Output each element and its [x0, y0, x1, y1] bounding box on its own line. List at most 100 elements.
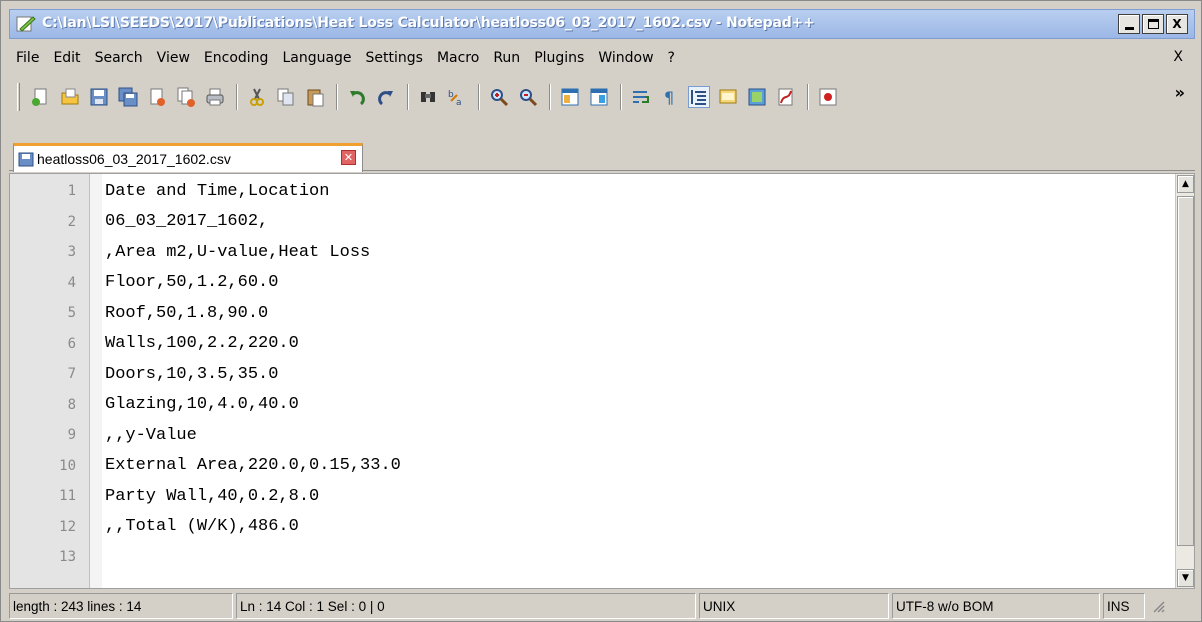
- copy-icon[interactable]: [275, 86, 297, 108]
- status-bar: length : 243 lines : 14 Ln : 14 Col : 1 …: [9, 593, 1195, 619]
- menu-view[interactable]: View: [150, 50, 197, 66]
- tab-bar: heatloss06_03_2017_1602.csv ✕: [9, 141, 1195, 172]
- find-icon[interactable]: [417, 86, 439, 108]
- scroll-down-arrow-icon[interactable]: ▼: [1177, 569, 1194, 587]
- toolbar-separator: [478, 84, 480, 110]
- menu-help[interactable]: ?: [661, 50, 682, 66]
- maximize-button[interactable]: [1142, 14, 1164, 34]
- menu-macro[interactable]: Macro: [430, 50, 486, 66]
- editor-line[interactable]: 8 Glazing,10,4.0,40.0: [10, 390, 1160, 421]
- status-insert-mode[interactable]: INS: [1103, 593, 1145, 619]
- save-all-icon[interactable]: [117, 86, 139, 108]
- toolbar-separator: [807, 84, 809, 110]
- save-icon[interactable]: [88, 86, 110, 108]
- toolbar-separator: [549, 84, 551, 110]
- zoom-out-icon[interactable]: [517, 86, 539, 108]
- toolbar-grip[interactable]: [17, 83, 20, 111]
- line-text: Party Wall,40,0.2,8.0: [105, 486, 320, 506]
- indent-guide-icon[interactable]: [688, 86, 710, 108]
- line-number: 6: [67, 335, 76, 352]
- toolbar-separator: [407, 84, 409, 110]
- window-title: C:\Ian\LSI\SEEDS\2017\Publications\Heat …: [42, 15, 815, 31]
- editor-line[interactable]: 13: [10, 542, 1160, 573]
- scrollbar-thumb[interactable]: [1177, 196, 1194, 546]
- menu-encoding[interactable]: Encoding: [197, 50, 276, 66]
- svg-text:a: a: [456, 98, 462, 107]
- editor-line[interactable]: 3 ,Area m2,U-value,Heat Loss: [10, 237, 1160, 268]
- toolbar: ba ¶ »: [9, 77, 1195, 117]
- editor-line[interactable]: 7 Doors,10,3.5,35.0: [10, 359, 1160, 390]
- undo-icon[interactable]: [346, 86, 368, 108]
- menu-language[interactable]: Language: [275, 50, 358, 66]
- close-document-button[interactable]: X: [1173, 49, 1183, 65]
- toolbar-separator: [620, 84, 622, 110]
- menu-plugins[interactable]: Plugins: [527, 50, 591, 66]
- line-text: ,,Total (W/K),486.0: [105, 517, 299, 537]
- sync-vertical-icon[interactable]: [559, 86, 581, 108]
- print-icon[interactable]: [204, 86, 226, 108]
- status-eol[interactable]: UNIX: [699, 593, 889, 619]
- menu-search[interactable]: Search: [88, 50, 150, 66]
- tab-heatloss-csv[interactable]: heatloss06_03_2017_1602.csv ✕: [13, 143, 363, 172]
- window-controls: X: [1118, 14, 1188, 34]
- status-encoding[interactable]: UTF-8 w/o BOM: [892, 593, 1100, 619]
- function-list-icon[interactable]: [717, 86, 739, 108]
- editor-line[interactable]: 4 Floor,50,1.2,60.0: [10, 268, 1160, 299]
- title-bar[interactable]: C:\Ian\LSI\SEEDS\2017\Publications\Heat …: [9, 9, 1195, 39]
- minimize-button[interactable]: [1118, 14, 1140, 34]
- scroll-up-arrow-icon[interactable]: ▲: [1177, 175, 1194, 193]
- close-window-button[interactable]: X: [1166, 14, 1188, 34]
- menu-file[interactable]: File: [9, 50, 46, 66]
- close-all-icon[interactable]: [175, 86, 197, 108]
- line-number: 8: [67, 396, 76, 413]
- line-text: Roof,50,1.8,90.0: [105, 303, 269, 323]
- line-number: 2: [67, 213, 76, 230]
- resize-grip-icon[interactable]: [1148, 593, 1178, 619]
- toolbar-separator: [336, 84, 338, 110]
- word-wrap-icon[interactable]: [630, 86, 652, 108]
- line-number: 10: [59, 457, 76, 474]
- line-number: 5: [67, 305, 76, 322]
- editor-line[interactable]: 5 Roof,50,1.8,90.0: [10, 298, 1160, 329]
- line-number: 11: [59, 488, 76, 505]
- menu-bar: File Edit Search View Encoding Language …: [9, 47, 1195, 69]
- redo-icon[interactable]: [375, 86, 397, 108]
- menu-run[interactable]: Run: [486, 50, 527, 66]
- line-number: 1: [67, 183, 76, 200]
- show-all-chars-icon[interactable]: ¶: [659, 86, 681, 108]
- maximize-icon: [1147, 19, 1159, 29]
- paste-icon[interactable]: [304, 86, 326, 108]
- tab-close-icon[interactable]: ✕: [341, 150, 356, 165]
- cut-icon[interactable]: [246, 86, 268, 108]
- status-length: length : 243 lines : 14: [9, 593, 233, 619]
- menu-window[interactable]: Window: [591, 50, 660, 66]
- record-macro-icon[interactable]: [817, 86, 839, 108]
- editor-line[interactable]: 1 Date and Time,Location: [10, 176, 1160, 207]
- toolbar-separator: [236, 84, 238, 110]
- sync-horizontal-icon[interactable]: [588, 86, 610, 108]
- line-text: ,Area m2,U-value,Heat Loss: [105, 242, 371, 262]
- editor-line[interactable]: 6 Walls,100,2.2,220.0: [10, 329, 1160, 360]
- document-map-icon[interactable]: [746, 86, 768, 108]
- new-file-icon[interactable]: [30, 86, 52, 108]
- replace-icon[interactable]: ba: [446, 86, 468, 108]
- editor-line[interactable]: 9 ,,y-Value: [10, 420, 1160, 451]
- line-text: Floor,50,1.2,60.0: [105, 273, 279, 293]
- editor-line[interactable]: 11 Party Wall,40,0.2,8.0: [10, 481, 1160, 512]
- editor-line[interactable]: 2 06_03_2017_1602,: [10, 207, 1160, 238]
- menu-edit[interactable]: Edit: [46, 50, 87, 66]
- editor-line[interactable]: 10 External Area,220.0,0.15,33.0: [10, 451, 1160, 482]
- editor-line[interactable]: 12 ,,Total (W/K),486.0: [10, 512, 1160, 543]
- toolbar-overflow-chevron[interactable]: »: [1175, 83, 1185, 102]
- line-number: 3: [67, 244, 76, 261]
- text-editor[interactable]: 1 Date and Time,Location 2 06_03_2017_1602…: [9, 173, 1195, 589]
- notepadpp-app-icon: [16, 15, 36, 33]
- folder-as-workspace-icon[interactable]: [775, 86, 797, 108]
- line-text: 06_03_2017_1602,: [105, 212, 269, 232]
- menu-settings[interactable]: Settings: [359, 50, 430, 66]
- zoom-in-icon[interactable]: [488, 86, 510, 108]
- vertical-scrollbar[interactable]: ▲ ▼: [1175, 174, 1194, 588]
- line-text: Date and Time,Location: [105, 181, 330, 201]
- open-file-icon[interactable]: [59, 86, 81, 108]
- close-file-icon[interactable]: [146, 86, 168, 108]
